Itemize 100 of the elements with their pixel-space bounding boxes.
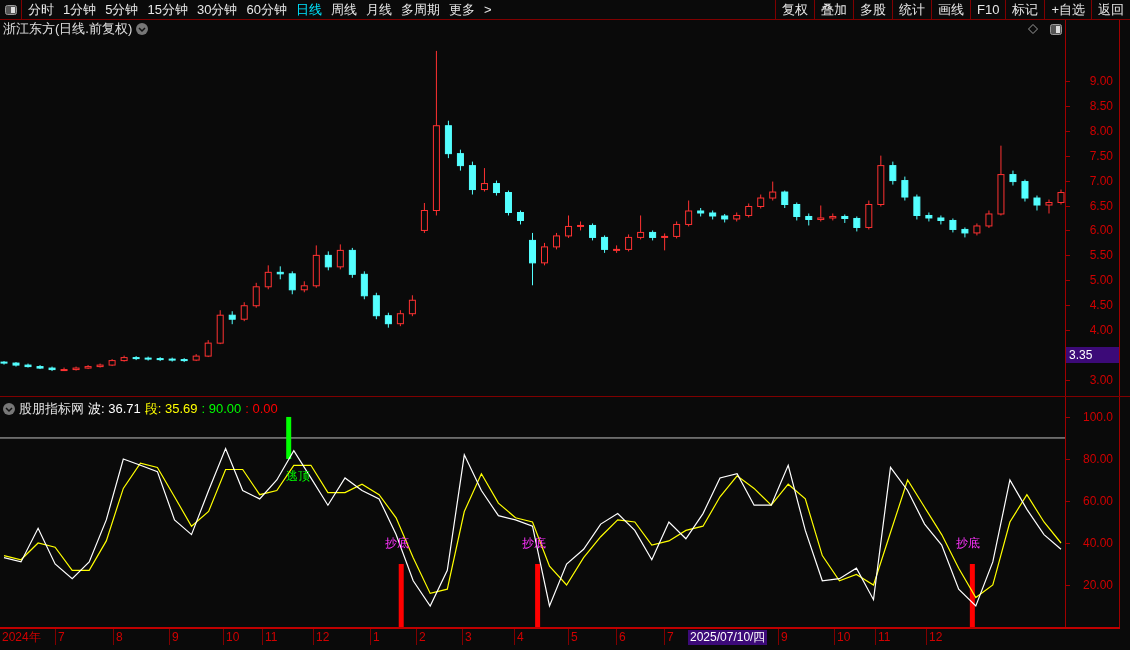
axis-label: 40.00 (1082, 535, 1113, 550)
diamond-icon[interactable] (1028, 24, 1038, 34)
candlestick (889, 161, 897, 186)
candlestick (865, 200, 873, 230)
candlestick (1045, 199, 1053, 214)
date-label: 3 (465, 630, 472, 645)
toolbar-button[interactable]: 统计 (892, 0, 931, 19)
period-tab[interactable]: 多周期 (400, 0, 440, 20)
candlestick (913, 194, 921, 220)
period-tab[interactable]: 30分钟 (196, 0, 238, 20)
axis-label: 8.00 (1089, 123, 1113, 138)
date-label: 1 (373, 630, 380, 645)
period-tab[interactable]: 15分钟 (147, 0, 188, 20)
candlestick (240, 301, 248, 322)
axis-label: 20.00 (1082, 578, 1113, 592)
candlestick (901, 176, 909, 202)
period-tab[interactable]: 1分钟 (63, 0, 97, 20)
candlestick (360, 270, 368, 300)
date-label: 10 (837, 630, 851, 645)
indicator-name: 股朋指标网 (19, 400, 84, 418)
date-label: 9 (172, 630, 179, 645)
toolbar-button[interactable]: F10 (970, 0, 1006, 19)
date-label: 8 (116, 630, 123, 645)
candlestick (769, 181, 777, 202)
candlestick (252, 282, 260, 309)
candlestick (529, 232, 536, 286)
axis-label: 80.00 (1082, 451, 1113, 466)
axis-label: 6.50 (1089, 198, 1113, 213)
axis-label: 8.50 (1089, 98, 1113, 113)
legend-value: 波: 36.71 (88, 400, 141, 418)
signal-label: 抄底 (956, 535, 981, 550)
candlestick (348, 247, 356, 279)
period-tab[interactable]: 5分钟 (105, 0, 139, 20)
date-label: 6 (619, 630, 626, 645)
candlestick (480, 167, 488, 193)
axis-label: 7.50 (1089, 148, 1113, 163)
candlestick (324, 250, 332, 271)
date-label: 4 (517, 630, 524, 645)
period-tab[interactable]: 60分钟 (246, 0, 287, 20)
toolbar-button[interactable]: 复权 (775, 0, 814, 19)
period-tab[interactable]: 日线 (295, 0, 322, 20)
toolbar-button[interactable]: 多股 (853, 0, 892, 19)
date-label: 2025/07/10/四 (688, 630, 768, 645)
stock-title: 浙江东方(日线.前复权) (3, 20, 133, 39)
candlestick (1021, 179, 1029, 203)
axis-label: 5.00 (1089, 273, 1113, 288)
axis-label: 7.00 (1089, 173, 1113, 188)
toolbar-button[interactable]: 标记 (1005, 0, 1045, 19)
toolbar-button[interactable]: 画线 (931, 0, 970, 19)
candlestick (961, 226, 969, 238)
chevron-down-icon[interactable] (3, 402, 15, 415)
candlestick (288, 270, 296, 295)
candlestick (336, 243, 344, 270)
chevron-down-icon[interactable] (136, 23, 149, 35)
axis-label: 6.00 (1089, 223, 1113, 238)
candlestick (541, 242, 549, 266)
candlestick (565, 214, 573, 239)
axis-label: 4.50 (1089, 298, 1113, 313)
toolbar-button[interactable]: 叠加 (814, 0, 853, 19)
legend-value: : 90.00 (201, 400, 242, 418)
date-label: 2 (419, 630, 426, 645)
axis-label: 4.00 (1089, 323, 1113, 338)
candlestick (264, 264, 272, 290)
legend-value: : 0.00 (245, 400, 278, 418)
period-tab[interactable]: 更多 (448, 0, 475, 20)
date-label: 7 (58, 630, 65, 645)
candlestick (937, 214, 945, 225)
axis-label: 60.00 (1082, 493, 1113, 508)
date-label: 7 (667, 630, 674, 645)
candlestick (132, 355, 140, 361)
candlestick (685, 200, 693, 227)
date-label: 11 (265, 630, 278, 645)
period-tab[interactable]: 月线 (365, 0, 392, 20)
period-tab[interactable]: 分时 (28, 0, 54, 20)
candlestick (420, 202, 428, 234)
axis-label: 100.0 (1082, 409, 1113, 424)
axis-label: 5.50 (1089, 248, 1113, 263)
axis-label: 3.00 (1089, 373, 1113, 388)
toolbar-button[interactable]: 返回 (1091, 0, 1130, 19)
legend-value: 段: 35.69 (144, 400, 198, 418)
candlestick (456, 149, 464, 172)
date-label: 12 (929, 630, 943, 645)
date-label: 11 (878, 630, 891, 645)
date-label: 2024年 (2, 630, 41, 645)
date-label: 5 (571, 630, 578, 645)
candlestick (156, 356, 164, 362)
date-label: 10 (226, 630, 240, 645)
candlestick (468, 161, 476, 196)
candlestick (925, 211, 933, 222)
chevron-right-icon[interactable]: > (483, 0, 492, 20)
date-label: 9 (781, 630, 788, 645)
price-tag: 3.35 (1066, 347, 1119, 363)
panel-toggle-icon[interactable] (4, 4, 17, 15)
panel-toggle-icon[interactable] (1050, 23, 1062, 35)
candlestick (504, 190, 512, 216)
candlestick (372, 292, 380, 320)
period-tab[interactable]: 周线 (330, 0, 357, 20)
toolbar-button[interactable]: +自选 (1044, 0, 1091, 19)
date-label: 12 (316, 630, 330, 645)
candlestick (637, 214, 645, 240)
